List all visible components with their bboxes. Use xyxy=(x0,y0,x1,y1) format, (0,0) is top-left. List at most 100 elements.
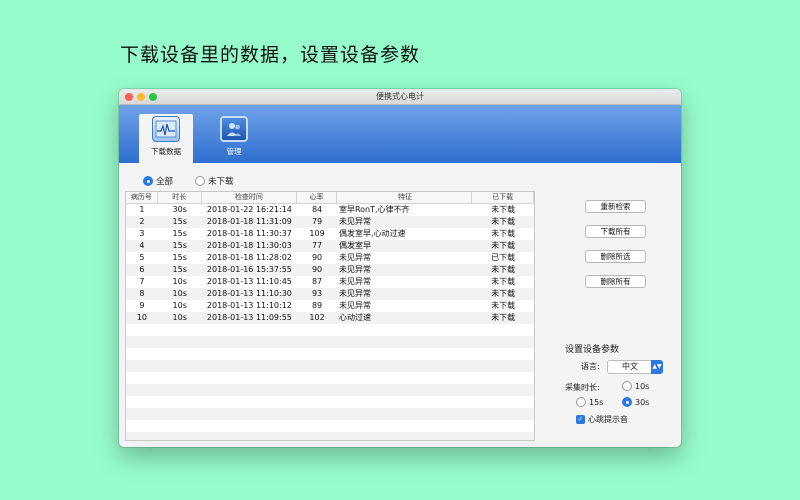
records-table[interactable]: 病历号 时长 检查时间 心率 特征 已下载 1 30s 2018-01-22 16:… xyxy=(125,191,535,441)
table-cell: 15s xyxy=(172,253,187,262)
tab-download-data-label: 下载数据 xyxy=(151,147,181,156)
close-button[interactable] xyxy=(125,93,133,101)
table-cell: 10s xyxy=(172,301,187,310)
table-row[interactable]: 2 15s 2018-01-18 11:31:09 79 未见异常 未下载 xyxy=(126,216,534,228)
maximize-button[interactable] xyxy=(149,93,157,101)
language-value: 中文 xyxy=(622,362,638,371)
column-header[interactable]: 时长 xyxy=(158,192,202,203)
duration-30s-label: 30s xyxy=(635,397,650,407)
tab-manage[interactable]: 管理 xyxy=(207,114,261,163)
table-cell: 15s xyxy=(172,241,187,250)
table-cell: 15s xyxy=(172,229,187,238)
refresh-button[interactable]: 重新检索 xyxy=(585,200,646,213)
table-cell: 2018-01-16 15:37:55 xyxy=(206,265,292,274)
tab-manage-label: 管理 xyxy=(226,147,242,156)
table-cell: 未下载 xyxy=(491,301,516,310)
empty-row xyxy=(126,372,534,384)
radio-selected-icon xyxy=(143,176,153,186)
empty-row xyxy=(126,420,534,432)
language-label: 语言: xyxy=(581,362,600,371)
device-settings-panel: 设置设备参数 语言: 中文 ▲▼ 采集时长: 10s 15s 30s ✓ 心跳提… xyxy=(565,342,677,430)
download-all-button[interactable]: 下载所有 xyxy=(585,225,646,238)
table-cell: 10 xyxy=(136,313,148,322)
table-cell: 2018-01-13 11:10:45 xyxy=(206,277,292,286)
toolbar: 下载数据 管理 xyxy=(119,105,681,163)
filter-all-radio[interactable]: 全部 xyxy=(143,175,173,187)
table-cell: 未见异常 xyxy=(338,301,371,310)
table-cell: 未下载 xyxy=(491,265,516,274)
table-cell: 未下载 xyxy=(491,241,516,250)
table-cell: 未见异常 xyxy=(338,265,371,274)
table-cell: 87 xyxy=(311,277,323,286)
minimize-button[interactable] xyxy=(137,93,145,101)
filter-all-label: 全部 xyxy=(156,177,174,187)
table-cell: 90 xyxy=(311,265,323,274)
duration-10s-label: 10s xyxy=(635,381,650,391)
table-cell: 15s xyxy=(172,217,187,226)
table-cell: 未下载 xyxy=(491,313,516,322)
column-header[interactable]: 心率 xyxy=(297,192,337,203)
table-cell: 9 xyxy=(139,301,145,310)
table-row[interactable]: 3 15s 2018-01-18 11:30:37 109 偶发室早,心动过速 未下载 xyxy=(126,228,534,240)
delete-all-button[interactable]: 删除所有 xyxy=(585,275,646,288)
settings-title: 设置设备参数 xyxy=(565,345,620,355)
empty-row xyxy=(126,336,534,348)
table-cell: 2018-01-22 16:21:14 xyxy=(206,205,292,214)
table-row[interactable]: 6 15s 2018-01-16 15:37:55 90 未见异常 未下载 xyxy=(126,264,534,276)
radio-unselected-icon xyxy=(622,381,632,391)
column-header[interactable]: 特征 xyxy=(337,192,473,203)
table-row[interactable]: 5 15s 2018-01-18 11:28:02 90 未见异常 已下载 xyxy=(126,252,534,264)
column-header[interactable]: 病历号 xyxy=(126,192,158,203)
table-cell: 102 xyxy=(309,313,325,322)
column-header[interactable]: 检查时间 xyxy=(202,192,298,203)
duration-15s-radio[interactable]: 15s xyxy=(576,397,603,407)
table-cell: 84 xyxy=(311,205,323,214)
table-cell: 93 xyxy=(311,289,323,298)
duration-10s-radio[interactable]: 10s xyxy=(622,381,649,391)
table-cell: 109 xyxy=(309,229,325,238)
language-select[interactable]: 中文 ▲▼ xyxy=(607,360,663,374)
table-header: 病历号 时长 检查时间 心率 特征 已下载 xyxy=(126,192,534,204)
table-cell: 未下载 xyxy=(491,277,516,286)
table-row[interactable]: 8 10s 2018-01-13 11:10:30 93 未见异常 未下载 xyxy=(126,288,534,300)
table-cell: 15s xyxy=(172,265,187,274)
table-cell: 89 xyxy=(311,301,323,310)
table-row[interactable]: 9 10s 2018-01-13 11:10:12 89 未见异常 未下载 xyxy=(126,300,534,312)
table-cell: 10s xyxy=(172,289,187,298)
checkmark-icon: ✓ xyxy=(576,415,585,424)
headline: 下载设备里的数据，设置设备参数 xyxy=(120,44,421,66)
table-cell: 79 xyxy=(311,217,323,226)
table-cell: 77 xyxy=(311,241,323,250)
column-header[interactable]: 已下载 xyxy=(472,192,534,203)
radio-unselected-icon xyxy=(576,397,586,407)
filter-not-downloaded-radio[interactable]: 未下载 xyxy=(195,175,234,187)
tab-download-data[interactable]: 下载数据 xyxy=(139,114,193,163)
chevron-down-icon: ▲▼ xyxy=(651,360,663,374)
duration-15s-label: 15s xyxy=(589,397,604,407)
empty-row xyxy=(126,408,534,420)
table-cell: 2018-01-18 11:28:02 xyxy=(206,253,292,262)
table-row[interactable]: 1 30s 2018-01-22 16:21:14 84 室早RonT,心律不齐 未下载 xyxy=(126,204,534,216)
duration-30s-radio[interactable]: 30s xyxy=(622,397,649,407)
app-window: 便携式心电计 下载数据 管理 全部 未下载 病历号 时长 检查时间 心率 特征 xyxy=(119,89,681,447)
table-row[interactable]: 4 15s 2018-01-18 11:30:03 77 偶发室早 未下载 xyxy=(126,240,534,252)
table-cell: 2018-01-13 11:10:12 xyxy=(206,301,292,310)
table-cell: 未下载 xyxy=(491,217,516,226)
table-row[interactable]: 7 10s 2018-01-13 11:10:45 87 未见异常 未下载 xyxy=(126,276,534,288)
table-cell: 室早RonT,心律不齐 xyxy=(338,205,410,214)
radio-unselected-icon xyxy=(195,176,205,186)
filter-not-downloaded-label: 未下载 xyxy=(208,177,234,187)
empty-row xyxy=(126,348,534,360)
table-cell: 2 xyxy=(139,217,145,226)
table-row[interactable]: 10 10s 2018-01-13 11:09:55 102 心动过速 未下载 xyxy=(126,312,534,324)
table-cell: 8 xyxy=(139,289,145,298)
heartbeat-sound-checkbox[interactable]: ✓ 心跳提示音 xyxy=(576,414,628,425)
duration-label: 采集时长: xyxy=(565,383,600,392)
delete-selected-button[interactable]: 删除所选 xyxy=(585,250,646,263)
empty-row xyxy=(126,360,534,372)
empty-row xyxy=(126,432,534,440)
table-cell: 未见异常 xyxy=(338,253,371,262)
radio-selected-icon xyxy=(622,397,632,407)
empty-row xyxy=(126,324,534,336)
table-cell: 偶发室早,心动过速 xyxy=(338,229,406,238)
